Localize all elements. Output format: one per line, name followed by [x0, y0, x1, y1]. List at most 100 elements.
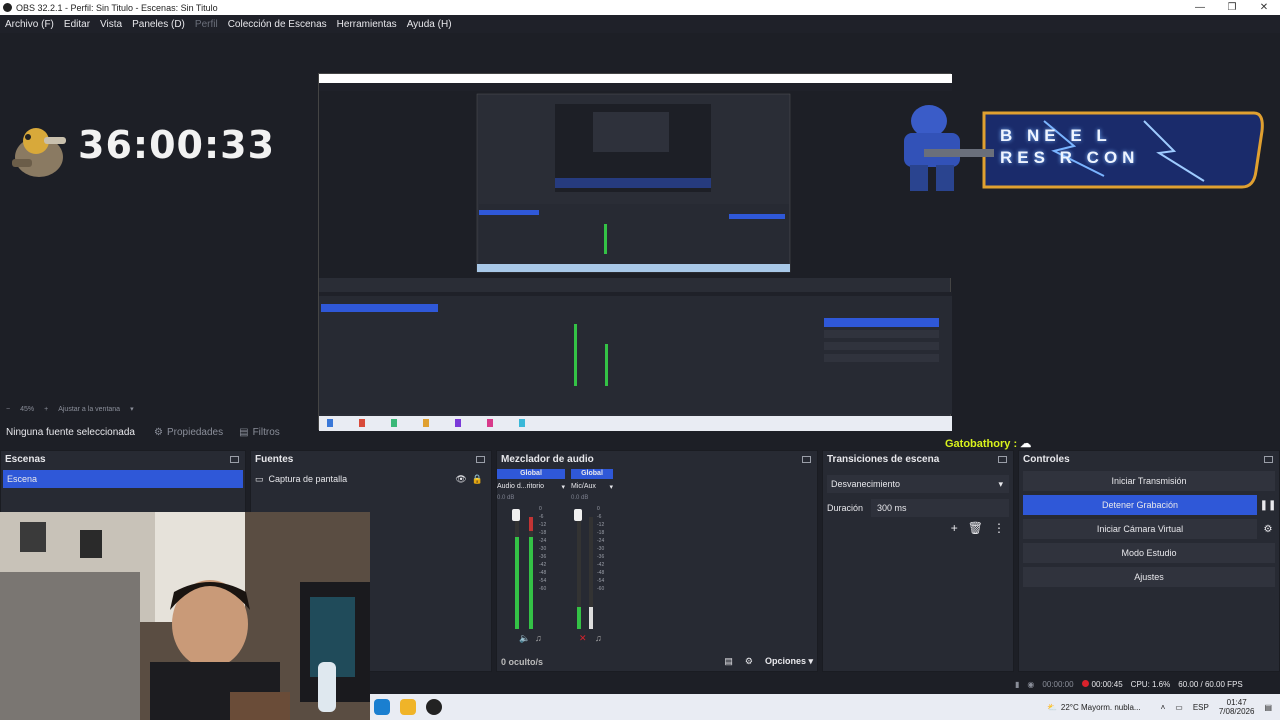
- mixer-options-button[interactable]: Opciones ▾: [765, 656, 813, 667]
- pause-icon[interactable]: ❚❚: [1257, 500, 1279, 511]
- banner-title: B NE E L RES R CON: [1000, 125, 1139, 169]
- edge-icon[interactable]: [374, 699, 390, 715]
- rec-status: 00:00:45: [1081, 679, 1123, 689]
- zoom-out-icon[interactable]: −: [6, 406, 10, 413]
- mic-muted-icon[interactable]: ✕: [579, 633, 587, 644]
- speaker-icon[interactable]: 🔈: [519, 633, 530, 644]
- lock-icon[interactable]: 🔒: [472, 474, 483, 485]
- add-icon[interactable]: +: [951, 521, 958, 535]
- weather-text: 22°C Mayorm. nubla...: [1060, 702, 1141, 712]
- undock-icon[interactable]: [998, 455, 1007, 463]
- close-button[interactable]: ✕: [1248, 2, 1280, 13]
- headphones-icon[interactable]: ♫: [595, 633, 602, 643]
- chat-username: Gatobathory :: [945, 438, 1018, 450]
- notification-icon[interactable]: ▤: [1264, 703, 1272, 712]
- studio-mode-button[interactable]: Modo Estudio: [1023, 543, 1275, 563]
- menu-perfil[interactable]: Perfil: [190, 19, 223, 30]
- minimize-button[interactable]: —: [1184, 2, 1216, 13]
- settings-button[interactable]: Ajustes: [1023, 567, 1275, 587]
- list-view-icon[interactable]: ▤: [724, 656, 733, 667]
- channel-name-dropdown[interactable]: Audio d...ritorio ▾: [497, 483, 565, 491]
- start-virtual-camera-button[interactable]: Iniciar Cámara Virtual: [1023, 519, 1257, 539]
- filter-icon: ▤: [239, 426, 249, 438]
- start-streaming-button[interactable]: Iniciar Transmisión: [1023, 471, 1275, 491]
- mixer-dock-header: Mezclador de audio: [497, 451, 817, 467]
- transition-tools: + 🗑 ⋮: [951, 521, 1005, 535]
- fps: 60.00 / 60.00 FPS: [1178, 679, 1243, 689]
- undock-icon[interactable]: [230, 455, 239, 463]
- chevron-up-icon[interactable]: ˄: [1161, 703, 1166, 712]
- menu-paneles[interactable]: Paneles (D): [127, 19, 190, 30]
- mixer-footer: 0 oculto/s ▤ ⚙ Opciones ▾: [501, 656, 813, 667]
- volume-meter-mic-l: [577, 517, 581, 629]
- menu-vista[interactable]: Vista: [95, 19, 127, 30]
- obs-icon[interactable]: [426, 699, 442, 715]
- webcam-feed: [0, 512, 370, 720]
- transition-select[interactable]: Desvanecimiento ▾: [827, 475, 1009, 493]
- menu-coleccion-escenas[interactable]: Colección de Escenas: [223, 19, 332, 30]
- undock-icon[interactable]: [802, 455, 811, 463]
- gear-icon[interactable]: ⚙: [745, 656, 753, 667]
- stream-icon: ◉: [1027, 679, 1035, 689]
- preview-canvas[interactable]: 36:00:33 B NE E L RES R CON: [0, 33, 1280, 431]
- headphones-icon[interactable]: ♫: [535, 633, 542, 643]
- menu-ayuda[interactable]: Ayuda (H): [402, 19, 457, 30]
- folder-icon[interactable]: [400, 699, 416, 715]
- chat-username-overlay: Gatobathory : ☁: [945, 437, 1031, 450]
- no-source-label: Ninguna fuente seleccionada: [6, 426, 135, 438]
- transitions-dock: Transiciones de escena Desvanecimiento ▾…: [822, 450, 1014, 672]
- scene-item[interactable]: Escena: [3, 470, 243, 488]
- chevron-down-icon: ▾: [998, 478, 1003, 489]
- scenes-dock-header: Escenas: [1, 451, 245, 467]
- properties-button[interactable]: ⚙ Propiedades: [146, 427, 231, 438]
- filters-button[interactable]: ▤ Filtros: [231, 427, 288, 438]
- signal-icon: ▮: [1015, 679, 1020, 689]
- zoom-in-icon[interactable]: +: [44, 406, 48, 413]
- options-label: Opciones: [764, 656, 806, 666]
- mixer-channel-mic: Global Mic/Aux ▾ 0.0 dB: [571, 469, 613, 501]
- clock-date: 7/08/2026: [1218, 707, 1255, 716]
- banner-line-1: B NE E L: [1000, 126, 1112, 145]
- chevron-down-icon: ▾: [561, 484, 565, 491]
- network-icon[interactable]: ▭: [1175, 703, 1183, 712]
- taskbar-clock[interactable]: 01:47 7/08/2026: [1219, 698, 1255, 716]
- maximize-button[interactable]: ❐: [1216, 2, 1248, 13]
- weather-icon: ⛅: [1046, 702, 1057, 712]
- trash-icon[interactable]: 🗑: [968, 521, 983, 535]
- gear-icon[interactable]: ⚙: [1257, 524, 1279, 535]
- menu-editar[interactable]: Editar: [59, 19, 95, 30]
- source-label: Captura de pantalla: [268, 474, 348, 484]
- language-indicator[interactable]: ESP: [1193, 703, 1209, 712]
- record-row: Detener Grabación ❚❚: [1019, 491, 1279, 515]
- nested-screen-capture: [318, 73, 952, 431]
- mixer-channel-desktop: Global Audio d...ritorio ▾ 0.0 dB: [497, 469, 565, 501]
- source-item[interactable]: ▭ Captura de pantalla 👁 🔒: [251, 470, 491, 488]
- windows-taskbar: ⛅ 22°C Mayorm. nubla... ˄ ▭ ESP 01:47 7/…: [370, 694, 1280, 720]
- more-icon[interactable]: ⋮: [993, 521, 1005, 535]
- fit-window-dropdown[interactable]: Ajustar a la ventana: [58, 406, 120, 413]
- mascot-sticker-icon: [12, 128, 66, 177]
- clock-time: 01:47: [1226, 698, 1247, 707]
- gear-icon: ⚙: [154, 426, 163, 438]
- undock-icon[interactable]: [476, 455, 485, 463]
- filters-label: Filtros: [252, 426, 280, 438]
- volume-fader-desktop[interactable]: [512, 509, 520, 521]
- controls-title: Controles: [1023, 453, 1070, 465]
- channel-name-dropdown[interactable]: Mic/Aux ▾: [571, 483, 613, 491]
- weather-widget[interactable]: ⛅ 22°C Mayorm. nubla...: [1047, 703, 1141, 712]
- undock-icon[interactable]: [1264, 455, 1273, 463]
- menu-bar: Archivo (F) Editar Vista Paneles (D) Per…: [0, 15, 1280, 33]
- chevron-down-icon[interactable]: ▾: [130, 405, 134, 413]
- menu-herramientas[interactable]: Herramientas: [332, 19, 402, 30]
- controls-dock-header: Controles: [1019, 451, 1279, 467]
- stop-recording-button[interactable]: Detener Grabación: [1023, 495, 1257, 515]
- duration-label: Duración: [827, 503, 864, 513]
- controls-dock: Controles Iniciar Transmisión Detener Gr…: [1018, 450, 1280, 672]
- transitions-dock-header: Transiciones de escena: [823, 451, 1013, 467]
- menu-archivo[interactable]: Archivo (F): [0, 19, 59, 30]
- volume-meter-desktop-l: [515, 517, 519, 629]
- eye-icon[interactable]: 👁: [455, 474, 466, 485]
- mixer-title: Mezclador de audio: [501, 453, 594, 465]
- duration-input[interactable]: 300 ms: [871, 499, 1009, 517]
- volume-fader-mic[interactable]: [574, 509, 582, 521]
